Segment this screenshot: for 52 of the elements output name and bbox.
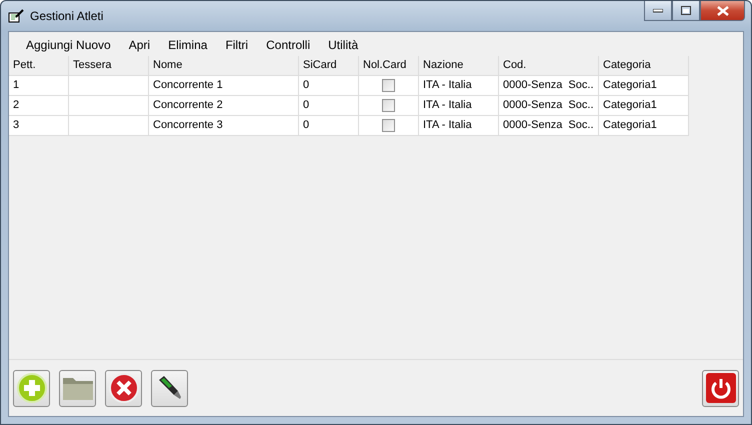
table-cell: 0000-Senza Soc.. — [499, 76, 599, 96]
close-button[interactable] — [700, 1, 745, 21]
menu-item[interactable]: Utilità — [319, 36, 368, 54]
table-cell: 0000-Senza Soc.. — [499, 116, 599, 136]
menu-item[interactable]: Apri — [120, 36, 160, 54]
app-icon — [8, 9, 24, 23]
table-cell: ITA - Italia — [419, 96, 499, 116]
table-cell: 1 — [9, 76, 69, 96]
close-icon — [716, 6, 728, 16]
table-cell: Categoria1 — [599, 116, 689, 136]
folder-icon — [62, 375, 94, 401]
delete-button[interactable] — [105, 370, 142, 406]
tool-button[interactable] — [151, 370, 188, 406]
checkbox[interactable] — [382, 119, 395, 132]
table-cell: Categoria1 — [599, 96, 689, 116]
power-icon — [706, 373, 736, 403]
table-cell: 0 — [299, 76, 359, 96]
column-header[interactable]: SiCard — [299, 56, 359, 76]
maximize-button[interactable] — [672, 1, 700, 21]
delete-icon — [108, 373, 138, 403]
table-cell: ITA - Italia — [419, 76, 499, 96]
table-cell: 0 — [299, 116, 359, 136]
column-header[interactable]: Tessera — [69, 56, 149, 76]
column-header[interactable]: Pett. — [9, 56, 69, 76]
power-button[interactable] — [702, 370, 739, 406]
add-button[interactable] — [13, 370, 50, 406]
table-cell: 3 — [9, 116, 69, 136]
column-header[interactable]: Nazione — [419, 56, 499, 76]
checkbox[interactable] — [382, 99, 395, 112]
column-header[interactable]: Nol.Card — [359, 56, 419, 76]
maximize-icon — [681, 6, 691, 15]
table-cell: 2 — [9, 96, 69, 116]
table-cell: Concorrente 1 — [149, 76, 299, 96]
table-cell: Concorrente 3 — [149, 116, 299, 136]
table-cell: Concorrente 2 — [149, 96, 299, 116]
menu-item[interactable]: Filtri — [216, 36, 258, 54]
menu-item[interactable]: Controlli — [257, 36, 320, 54]
window-title: Gestioni Atleti — [30, 9, 104, 23]
column-header[interactable]: Cod. — [499, 56, 599, 76]
menu-item[interactable]: Aggiungi Nuovo — [17, 36, 120, 54]
minimize-icon — [653, 8, 663, 12]
minimize-button[interactable] — [644, 1, 672, 21]
column-header[interactable]: Categoria — [599, 56, 689, 76]
table-cell: 0 — [299, 96, 359, 116]
table-cell: ITA - Italia — [419, 116, 499, 136]
plus-icon — [16, 373, 46, 403]
menu-item[interactable]: Elimina — [159, 36, 216, 54]
checkbox[interactable] — [382, 79, 395, 92]
table-cell: 0000-Senza Soc.. — [499, 96, 599, 116]
open-button[interactable] — [59, 370, 96, 406]
column-header[interactable]: Nome — [149, 56, 299, 76]
table-cell: Categoria1 — [599, 76, 689, 96]
